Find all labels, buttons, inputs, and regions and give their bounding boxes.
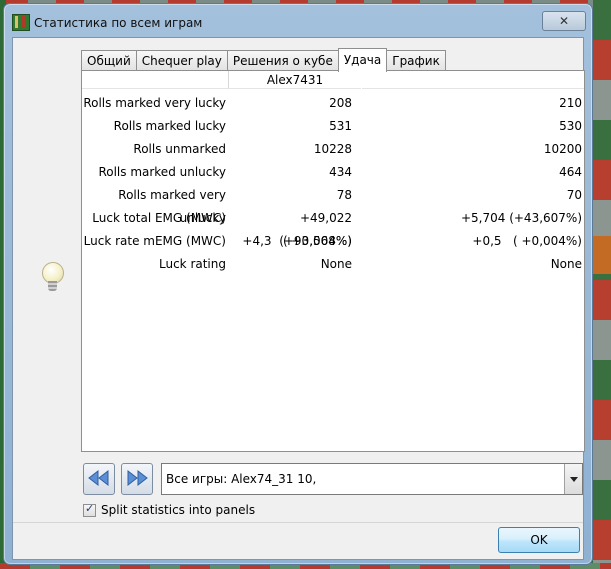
- player2-value: None: [550, 257, 582, 271]
- background-board-right: [593, 0, 611, 569]
- split-statistics-checkbox[interactable]: [83, 502, 96, 517]
- table-row: Rolls marked unlucky 434 464: [82, 161, 584, 184]
- row-label: Rolls marked unlucky: [98, 165, 226, 179]
- table-row: Rolls marked lucky 531 530: [82, 115, 584, 138]
- player2-value: 530: [559, 119, 582, 133]
- rewind-icon: [88, 469, 109, 487]
- player1-value: 10228: [313, 142, 352, 156]
- table-row: Luck rate mEMG (MWC) +4,3 ( +0,008%) +0,…: [82, 230, 584, 253]
- chevron-down-icon[interactable]: [564, 464, 582, 494]
- row-label: Rolls marked lucky: [113, 119, 226, 133]
- close-button[interactable]: ✕: [542, 11, 586, 31]
- player1-value: +4,3 ( +0,008%): [242, 234, 352, 248]
- title-bar[interactable]: Статистика по всем играм ✕: [4, 4, 592, 36]
- player1-value: 434: [329, 165, 352, 179]
- header-label-column: [82, 71, 229, 89]
- player2-value: 210: [559, 96, 582, 110]
- tab-graph[interactable]: График: [386, 50, 446, 71]
- row-label: Rolls unmarked: [133, 142, 226, 156]
- tab-luck[interactable]: Удача: [337, 48, 388, 72]
- window-title: Статистика по всем играм: [34, 16, 203, 30]
- player2-value: 70: [566, 188, 582, 202]
- tab-bar: Общий Chequer play Решения о кубе Удача …: [81, 48, 446, 72]
- fast-forward-icon: [127, 469, 148, 487]
- bulb-base: [48, 281, 57, 291]
- app-icon: [12, 14, 30, 31]
- ok-button[interactable]: OK: [498, 527, 580, 553]
- player2-value: +5,704 (+43,607%): [460, 211, 582, 225]
- row-label: Rolls marked very lucky: [83, 96, 226, 110]
- previous-game-button[interactable]: [83, 463, 115, 495]
- tab-general[interactable]: Общий: [81, 50, 137, 71]
- next-game-button[interactable]: [121, 463, 153, 495]
- game-select-dropdown[interactable]: Все игры: Alex74_31 10,: [161, 463, 583, 495]
- header-player1: Alex7431: [229, 71, 361, 89]
- row-label: Luck rate mEMG (MWC): [83, 234, 226, 248]
- row-label: Luck rating: [159, 257, 226, 271]
- table-row: Rolls unmarked 10228 10200: [82, 138, 584, 161]
- divider: [13, 522, 583, 523]
- player2-value: 464: [559, 165, 582, 179]
- player1-value: 78: [336, 188, 352, 202]
- table-header: Alex7431: [82, 71, 584, 89]
- player2-value: 10200: [543, 142, 582, 156]
- split-statistics-label: Split statistics into panels: [101, 503, 256, 517]
- lightbulb-icon: [39, 262, 65, 292]
- game-select-value: Все игры: Alex74_31 10,: [166, 472, 317, 486]
- player2-value: +0,5 ( +0,004%): [472, 234, 582, 248]
- table-row: Rolls marked very lucky 208 210: [82, 92, 584, 115]
- tab-chequer-play[interactable]: Chequer play: [135, 50, 228, 71]
- statistics-dialog: Статистика по всем играм ✕ Общий Chequer…: [3, 3, 593, 565]
- dialog-client-area: Общий Chequer play Решения о кубе Удача …: [12, 37, 585, 560]
- table-row: Rolls marked very unlucky 78 70: [82, 184, 584, 225]
- player1-value: None: [320, 257, 352, 271]
- table-row: Luck rating None None: [82, 253, 584, 276]
- row-label: Luck total EMG (MWC): [92, 211, 226, 225]
- background-board-checker: [593, 236, 611, 274]
- tab-cube-decisions[interactable]: Решения о кубе: [226, 50, 339, 71]
- table-row: Luck total EMG (MWC) +49,022 (+93,564%) …: [82, 207, 584, 248]
- player1-value: 531: [329, 119, 352, 133]
- header-player2: [362, 71, 584, 89]
- player1-value: 208: [329, 96, 352, 110]
- luck-statistics-panel: Alex7431 Rolls marked very lucky 208 210…: [81, 70, 585, 452]
